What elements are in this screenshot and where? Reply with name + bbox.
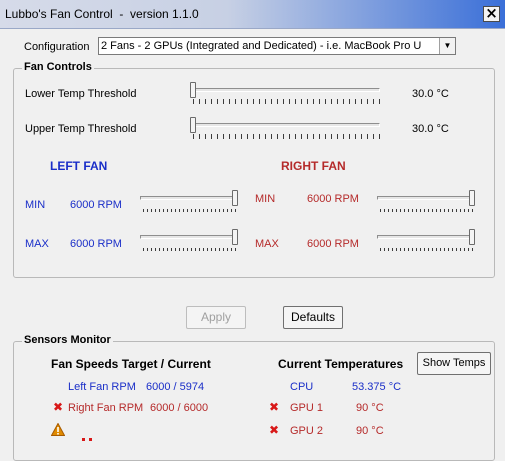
window-title: Lubbo's Fan Control - version 1.1.0 (5, 7, 199, 21)
fan-speeds-header: Fan Speeds Target / Current (51, 357, 211, 371)
apply-button[interactable]: Apply (186, 306, 246, 329)
slider-thumb[interactable] (232, 190, 238, 206)
right-fan-rpm-label: Right Fan RPM (68, 402, 144, 414)
lower-threshold-slider[interactable] (190, 82, 382, 106)
error-x-icon: ✖ (269, 423, 280, 437)
fan-controls-title: Fan Controls (22, 61, 94, 73)
slider-thumb[interactable] (190, 117, 196, 133)
cpu-temp-label: CPU (290, 381, 314, 393)
left-fan-rpm-label: Left Fan RPM (68, 381, 136, 393)
left-fan-heading: LEFT FAN (50, 159, 108, 173)
slider-ticks (193, 99, 380, 104)
right-fan-heading: RIGHT FAN (281, 159, 346, 173)
gpu1-temp-label: GPU 1 (290, 402, 324, 414)
temperatures-header: Current Temperatures (278, 357, 404, 371)
upper-threshold-label: Upper Temp Threshold (25, 123, 137, 135)
slider-ticks (380, 248, 474, 251)
slider-thumb[interactable] (232, 229, 238, 245)
left-fan-rpm-value: 6000 / 5974 (146, 381, 205, 393)
sensors-monitor-title: Sensors Monitor (22, 334, 113, 346)
status-marker (82, 438, 85, 441)
title-bar[interactable]: Lubbo's Fan Control - version 1.1.0 × (0, 0, 505, 29)
chevron-down-icon[interactable]: ▼ (439, 38, 455, 54)
slider-thumb[interactable] (190, 82, 196, 98)
configuration-label: Configuration (24, 41, 90, 53)
slider-track (377, 196, 475, 200)
left-fan-max-label: MAX (25, 238, 49, 250)
defaults-button[interactable]: Defaults (283, 306, 343, 329)
lower-threshold-label: Lower Temp Threshold (25, 88, 137, 100)
configuration-select[interactable]: 2 Fans - 2 GPUs (Integrated and Dedicate… (98, 37, 456, 55)
right-fan-max-label: MAX (255, 238, 279, 250)
status-marker (89, 438, 92, 441)
left-fan-min-label: MIN (25, 199, 46, 211)
slider-track (190, 88, 380, 92)
right-fan-min-value: 6000 RPM (307, 193, 359, 205)
left-fan-min-slider[interactable] (140, 190, 240, 216)
slider-track (140, 196, 238, 200)
close-button[interactable]: × (483, 6, 500, 22)
right-fan-max-value: 6000 RPM (307, 238, 359, 250)
left-fan-max-slider[interactable] (140, 229, 240, 255)
slider-ticks (380, 209, 474, 212)
lower-threshold-value: 30.0 °C (412, 88, 449, 100)
error-x-icon: ✖ (269, 400, 280, 414)
slider-ticks (193, 134, 380, 139)
slider-thumb[interactable] (469, 229, 475, 245)
right-fan-min-label: MIN (255, 193, 276, 205)
right-fan-max-slider[interactable] (377, 229, 477, 255)
slider-track (140, 235, 238, 239)
warning-triangle-icon (51, 423, 65, 436)
cpu-temp-value: 53.375 °C (352, 381, 402, 393)
upper-threshold-value: 30.0 °C (412, 123, 449, 135)
left-fan-max-value: 6000 RPM (70, 238, 122, 250)
show-temps-button[interactable]: Show Temps (417, 352, 491, 375)
gpu2-temp-label: GPU 2 (290, 425, 324, 437)
right-fan-min-slider[interactable] (377, 190, 477, 216)
gpu2-temp-value: 90 °C (356, 425, 384, 437)
close-icon: × (485, 4, 498, 22)
left-fan-min-value: 6000 RPM (70, 199, 122, 211)
gpu1-temp-value: 90 °C (356, 402, 384, 414)
slider-ticks (143, 248, 237, 251)
slider-thumb[interactable] (469, 190, 475, 206)
upper-threshold-slider[interactable] (190, 117, 382, 141)
error-x-icon: ✖ (53, 400, 64, 414)
slider-track (190, 123, 380, 127)
slider-ticks (143, 209, 237, 212)
configuration-selected-value: 2 Fans - 2 GPUs (Integrated and Dedicate… (101, 40, 422, 52)
slider-track (377, 235, 475, 239)
right-fan-rpm-value: 6000 / 6000 (150, 402, 209, 414)
